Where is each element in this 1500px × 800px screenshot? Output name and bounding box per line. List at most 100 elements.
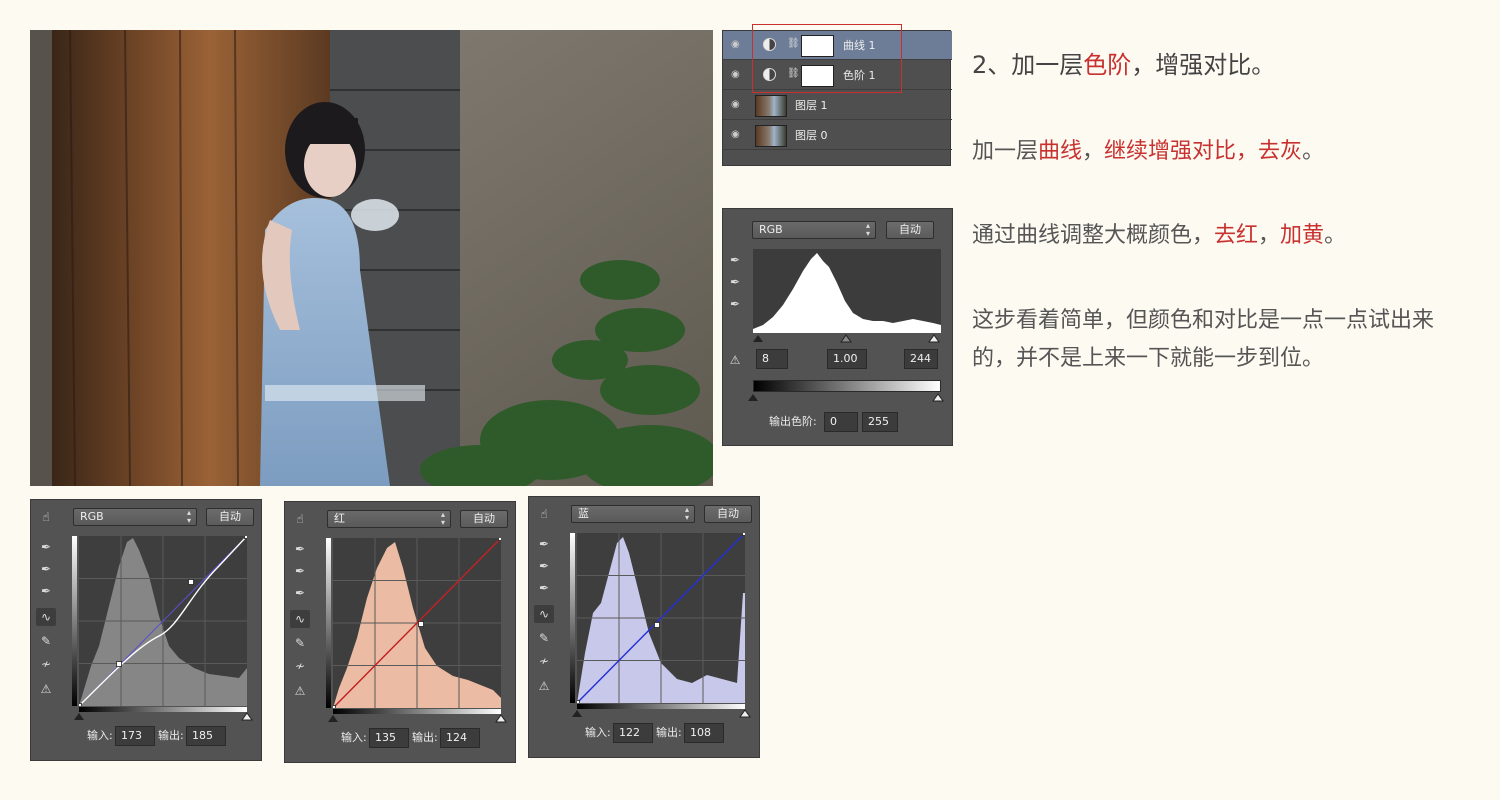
pencil-icon[interactable]: ✎ [36,632,56,650]
black-eyedropper-icon[interactable]: ✒ [290,540,310,558]
white-eyedropper-icon[interactable]: ✒ [290,584,310,602]
input-label: 输入: [341,731,367,744]
text-segment: 通过曲线调整大概颜色， [972,223,1215,248]
eye-icon[interactable]: ◉ [731,99,743,111]
hand-adjust-icon[interactable]: ☝ [290,510,310,528]
channel-label: 红 [334,512,345,525]
smooth-curve-icon[interactable]: ≁ [290,657,310,675]
levels-histogram [753,249,941,333]
input-sliders[interactable] [571,708,751,718]
output-label: 输出: [158,729,184,742]
eye-icon[interactable]: ◉ [731,69,743,81]
channel-dropdown[interactable]: RGB ▴ ▾ [752,221,876,239]
auto-button[interactable]: 自动 [460,510,508,528]
highlight-text: 继续增强对比，去灰 [1104,139,1303,164]
instruction-line-3: 通过曲线调整大概颜色，去红，加黄。 [972,217,1346,249]
output-sliders[interactable] [747,392,947,402]
text-segment: ， [1082,139,1105,164]
smooth-curve-icon[interactable]: ≁ [36,655,56,673]
curve-point-tool-icon[interactable]: ∿ [36,608,56,626]
highlight-text: 去红 [1214,223,1259,248]
layer-thumbnail [755,95,787,117]
curve-point-tool-icon[interactable]: ∿ [534,605,554,623]
text-segment: 。 [1324,223,1347,248]
clipping-warning-icon[interactable]: ⚠ [534,677,554,695]
white-eyedropper-icon[interactable]: ✒ [36,582,56,600]
black-eyedropper-icon[interactable]: ✒ [534,535,554,553]
output-value-field[interactable]: 124 [440,728,480,748]
channel-dropdown[interactable]: RGB ▴ ▾ [73,508,197,526]
layer-row-layer-1[interactable]: ◉ 图层 1 [723,91,952,120]
instruction-line-2: 加一层曲线，继续增强对比，去灰。 [972,133,1324,165]
auto-button[interactable]: 自动 [704,505,752,523]
black-eyedropper-icon[interactable]: ✒ [725,251,745,269]
gray-eyedropper-icon[interactable]: ✒ [534,557,554,575]
hand-adjust-icon[interactable]: ☝ [534,505,554,523]
input-value-field[interactable]: 122 [613,723,653,743]
channel-label: RGB [759,223,783,236]
output-label: 输出: [412,731,438,744]
channel-label: 蓝 [578,507,589,520]
output-label: 输出: [656,726,682,739]
output-black-field[interactable]: 0 [824,412,858,432]
text-segment: ，增强对比。 [1131,51,1276,79]
pencil-icon[interactable]: ✎ [534,629,554,647]
output-value-field[interactable]: 185 [186,726,226,746]
input-sliders[interactable] [327,713,507,723]
input-black-field[interactable]: 8 [756,349,788,369]
gray-eyedropper-icon[interactable]: ✒ [36,560,56,578]
text-segment: 加一层 [972,139,1039,164]
curves-graph[interactable] [79,536,247,706]
text-segment: ， [1258,223,1281,248]
hand-adjust-icon[interactable]: ☝ [36,508,56,526]
highlight-text: 曲线 [1038,139,1083,164]
layer-name: 图层 1 [795,99,828,112]
output-gradient-bar [72,536,77,706]
text-segment: 。 [1302,139,1325,164]
curves-panel-rgb: ☝ RGB ▴ ▾ 自动 ✒ ✒ ✒ ∿ ✎ ≁ ⚠ 输入: 173 输出: 18… [30,499,262,761]
smooth-curve-icon[interactable]: ≁ [534,652,554,670]
input-sliders[interactable] [751,333,943,343]
output-levels-label: 输出色阶: [769,415,817,428]
input-value-field[interactable]: 173 [115,726,155,746]
highlight-text: 色阶 [1083,51,1132,79]
curves-graph[interactable] [333,538,501,708]
auto-button[interactable]: 自动 [886,221,934,239]
white-eyedropper-icon[interactable]: ✒ [534,579,554,597]
auto-button[interactable]: 自动 [206,508,254,526]
gray-eyedropper-icon[interactable]: ✒ [725,273,745,291]
highlight-text: 加黄 [1280,223,1325,248]
output-gradient-bar [753,380,941,392]
input-white-field[interactable]: 244 [904,349,938,369]
input-sliders[interactable] [73,711,253,721]
clipping-warning-icon[interactable]: ⚠ [290,682,310,700]
layer-thumbnail [755,125,787,147]
portrait-photo [30,30,713,486]
pencil-icon[interactable]: ✎ [290,634,310,652]
gray-eyedropper-icon[interactable]: ✒ [290,562,310,580]
channel-label: RGB [80,510,104,523]
text-segment: 2、加一层 [972,51,1084,79]
white-eyedropper-icon[interactable]: ✒ [725,295,745,313]
black-eyedropper-icon[interactable]: ✒ [36,538,56,556]
input-value-field[interactable]: 135 [369,728,409,748]
output-white-field[interactable]: 255 [862,412,898,432]
eye-icon[interactable]: ◉ [731,39,743,51]
curves-graph[interactable] [577,533,745,703]
layer-row-layer-0[interactable]: ◉ 图层 0 [723,121,952,150]
curves-panel-blue: ☝ 蓝 ▴ ▾ 自动 ✒ ✒ ✒ ∿ ✎ ≁ ⚠ 输入: 122 输出: 108 [528,496,760,758]
eye-icon[interactable]: ◉ [731,129,743,141]
dropdown-arrows-icon: ▴ ▾ [865,221,870,238]
output-gradient-bar [326,538,331,708]
input-gamma-field[interactable]: 1.00 [827,349,867,369]
output-value-field[interactable]: 108 [684,723,724,743]
clipping-warning-icon[interactable]: ⚠ [36,680,56,698]
dropdown-arrows-icon: ▴ ▾ [440,510,445,527]
levels-panel: RGB ▴ ▾ 自动 ✒ ✒ ✒ ⚠ 8 1.00 244 输出色阶: 0 255 [722,208,953,446]
curves-panel-red: ☝ 红 ▴ ▾ 自动 ✒ ✒ ✒ ∿ ✎ ≁ ⚠ 输入: 135 输出: 124 [284,501,516,763]
channel-dropdown[interactable]: 红 ▴ ▾ [327,510,451,528]
clipping-warning-icon[interactable]: ⚠ [725,351,745,369]
curve-point-tool-icon[interactable]: ∿ [290,610,310,628]
channel-dropdown[interactable]: 蓝 ▴ ▾ [571,505,695,523]
dropdown-arrows-icon: ▴ ▾ [186,508,191,525]
